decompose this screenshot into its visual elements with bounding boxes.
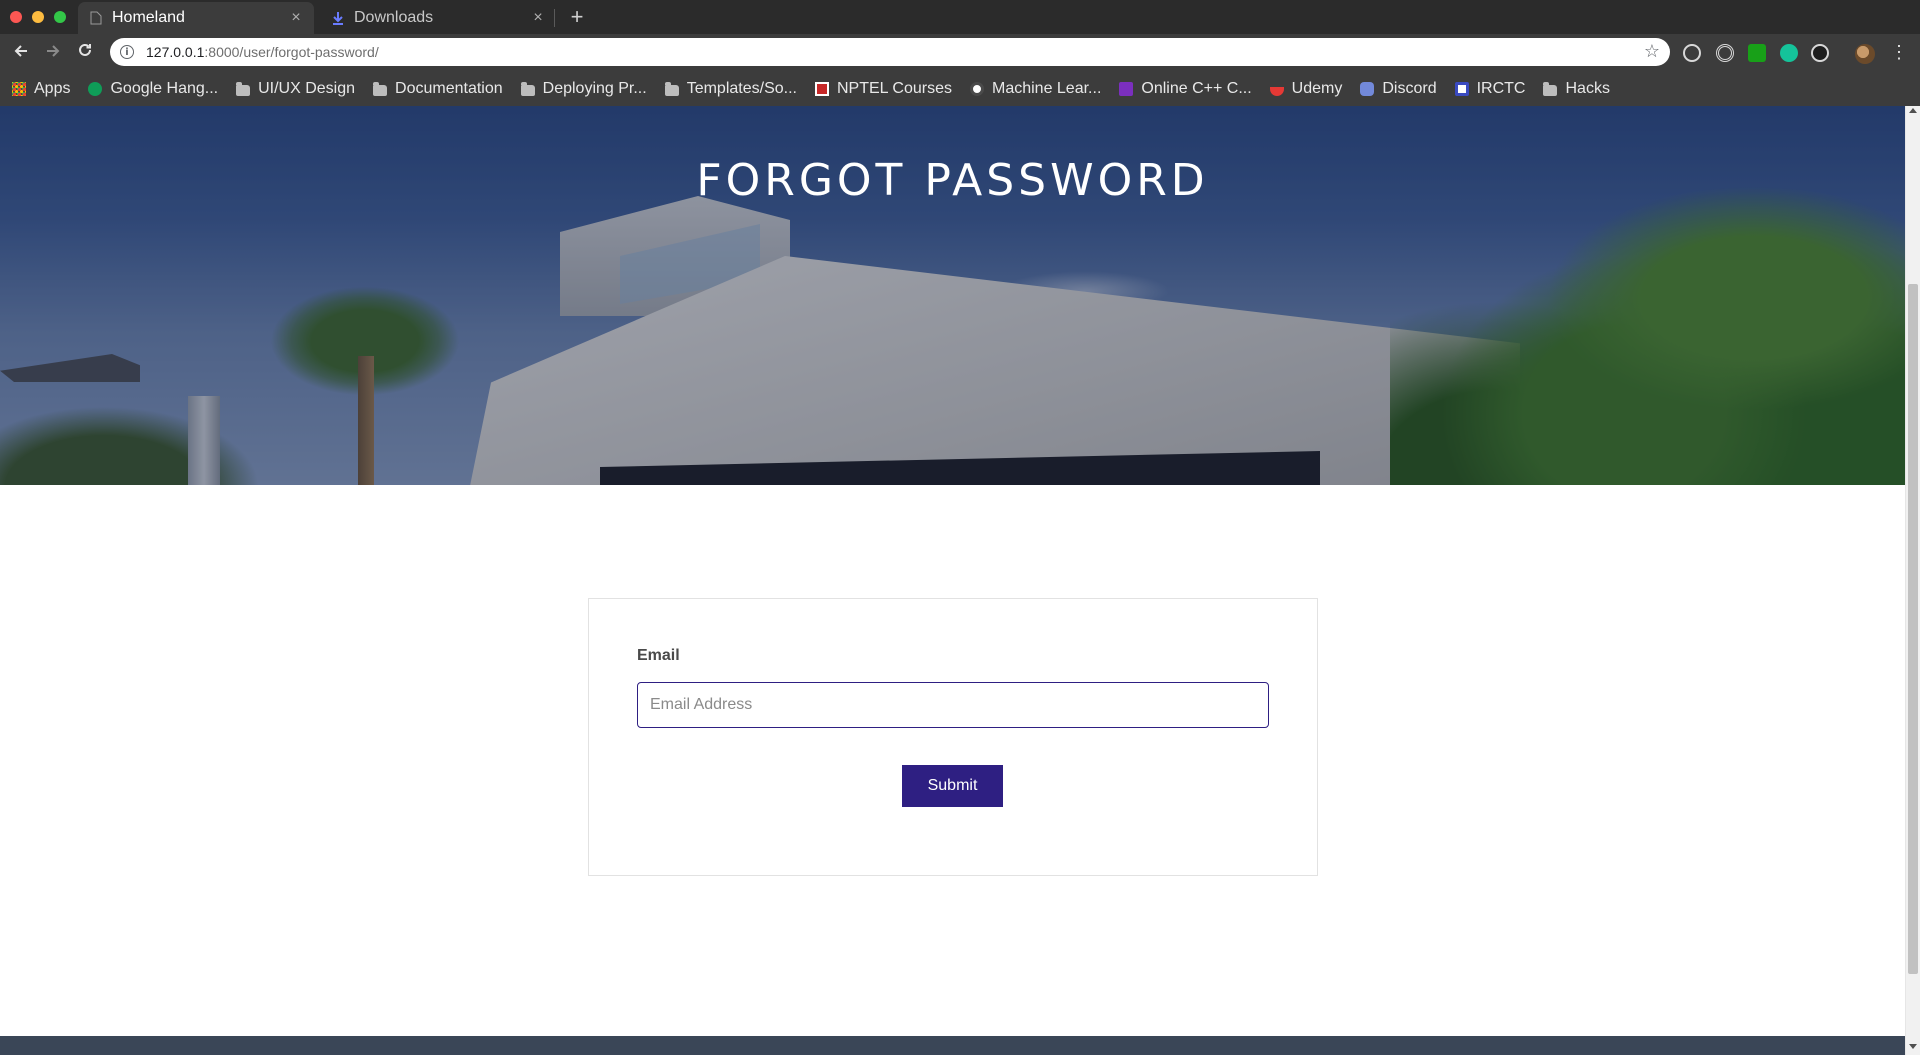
discord-icon	[1360, 82, 1375, 96]
reload-icon	[79, 43, 91, 56]
bookmark-label: Documentation	[395, 80, 503, 97]
bookmark-hacks[interactable]: Hacks	[1543, 80, 1610, 98]
bookmark-label: NPTEL Courses	[836, 80, 952, 97]
tab-title: Homeland	[112, 9, 185, 26]
close-icon[interactable]: ×	[288, 9, 304, 27]
apps-icon	[12, 82, 26, 96]
bookmark-label: IRCTC	[1476, 80, 1526, 97]
bookmark-udemy[interactable]: Udemy	[1269, 80, 1343, 98]
tab-title: Downloads	[354, 9, 434, 26]
browser-toolbar: i 127.0.0.1 :8000/user/forgot-password/ …	[0, 34, 1920, 72]
bookmark-label: Hacks	[1565, 80, 1610, 97]
reload-button[interactable]	[72, 40, 98, 66]
address-bar[interactable]: i 127.0.0.1 :8000/user/forgot-password/ …	[110, 38, 1670, 66]
bookmark-label: UI/UX Design	[258, 80, 356, 97]
submit-button[interactable]: Submit	[902, 765, 1003, 807]
close-window-button[interactable]	[10, 11, 22, 23]
hangouts-icon	[88, 82, 103, 96]
bookmark-templates[interactable]: Templates/So...	[664, 80, 797, 98]
bookmarks-bar: Apps Google Hang... UI/UX Design Documen…	[0, 72, 1920, 106]
bookmark-documentation[interactable]: Documentation	[373, 80, 503, 98]
bookmark-label: Deploying Pr...	[542, 80, 647, 97]
udemy-icon	[1269, 86, 1284, 96]
email-label: Email	[637, 647, 680, 664]
folder-icon	[664, 81, 679, 96]
bookmark-machine-learning[interactable]: Machine Lear...	[969, 80, 1102, 98]
bookmark-apps[interactable]: Apps	[12, 80, 70, 98]
bookmark-label: Templates/So...	[686, 80, 797, 97]
scroll-down-arrow-icon[interactable]	[1909, 1044, 1917, 1049]
extension-dark-icon[interactable]	[1811, 44, 1829, 62]
folder-icon	[236, 81, 251, 96]
bookmark-irctc[interactable]: IRCTC	[1454, 80, 1526, 98]
folder-icon	[373, 81, 388, 96]
irctc-icon	[1454, 82, 1469, 96]
bolt-icon	[1119, 82, 1134, 96]
info-icon[interactable]: i	[120, 45, 134, 59]
scrollbar-thumb[interactable]	[1908, 284, 1918, 974]
bookmark-online-cpp[interactable]: Online C++ C...	[1119, 80, 1252, 98]
page-title: FORGOT PASSWORD	[696, 155, 1209, 206]
back-button[interactable]	[8, 40, 34, 66]
browser-tab-strip: Homeland × Downloads × +	[0, 0, 1920, 34]
bookmark-nptel-courses[interactable]: NPTEL Courses	[814, 80, 952, 98]
hero-banner: FORGOT PASSWORD	[0, 106, 1905, 485]
close-icon[interactable]: ×	[530, 9, 546, 27]
bookmark-star-icon[interactable]: ☆	[1644, 41, 1660, 62]
bookmark-ui-ux-design[interactable]: UI/UX Design	[236, 80, 355, 98]
download-icon	[330, 10, 346, 26]
tab-divider	[554, 9, 555, 27]
forward-button[interactable]	[40, 40, 66, 66]
url-path: :8000/user/forgot-password/	[204, 44, 379, 60]
bookmark-discord[interactable]: Discord	[1360, 80, 1437, 98]
bookmark-label: Google Hang...	[110, 80, 219, 97]
bookmark-label: Udemy	[1291, 80, 1343, 97]
page-icon	[88, 10, 104, 26]
arrow-left-icon	[14, 45, 27, 57]
bookmark-label: Machine Lear...	[991, 80, 1102, 97]
maximize-window-button[interactable]	[54, 11, 66, 23]
bookmark-label: Discord	[1382, 80, 1437, 97]
menu-icon[interactable]: ⋮	[1890, 42, 1908, 62]
react-devtools-icon[interactable]	[1683, 44, 1701, 62]
folder-icon	[520, 81, 535, 96]
arrow-right-icon	[47, 45, 60, 57]
minimize-window-button[interactable]	[32, 11, 44, 23]
grammarly-icon[interactable]	[1780, 44, 1798, 62]
email-input[interactable]	[637, 682, 1269, 728]
url-host: 127.0.0.1	[146, 44, 205, 60]
coursera-icon	[969, 82, 984, 96]
new-tab-button[interactable]: +	[564, 4, 590, 30]
extension-target-icon[interactable]	[1716, 44, 1734, 62]
scroll-up-arrow-icon[interactable]	[1909, 108, 1917, 113]
nptel-icon	[814, 82, 829, 96]
page-viewport: FORGOT PASSWORD Email Submit	[0, 106, 1905, 1055]
profile-avatar[interactable]	[1855, 44, 1875, 64]
bookmark-label: Online C++ C...	[1141, 80, 1252, 97]
extension-green-icon[interactable]	[1748, 44, 1766, 62]
forgot-password-form: Email Submit	[588, 598, 1318, 876]
tab-homeland[interactable]: Homeland ×	[78, 2, 314, 34]
footer	[0, 1036, 1905, 1055]
bookmark-google-hangouts[interactable]: Google Hang...	[88, 80, 218, 98]
folder-icon	[1543, 81, 1558, 96]
bookmark-label: Apps	[34, 80, 71, 97]
tab-downloads[interactable]: Downloads ×	[320, 2, 556, 34]
bookmark-deploying[interactable]: Deploying Pr...	[520, 80, 647, 98]
